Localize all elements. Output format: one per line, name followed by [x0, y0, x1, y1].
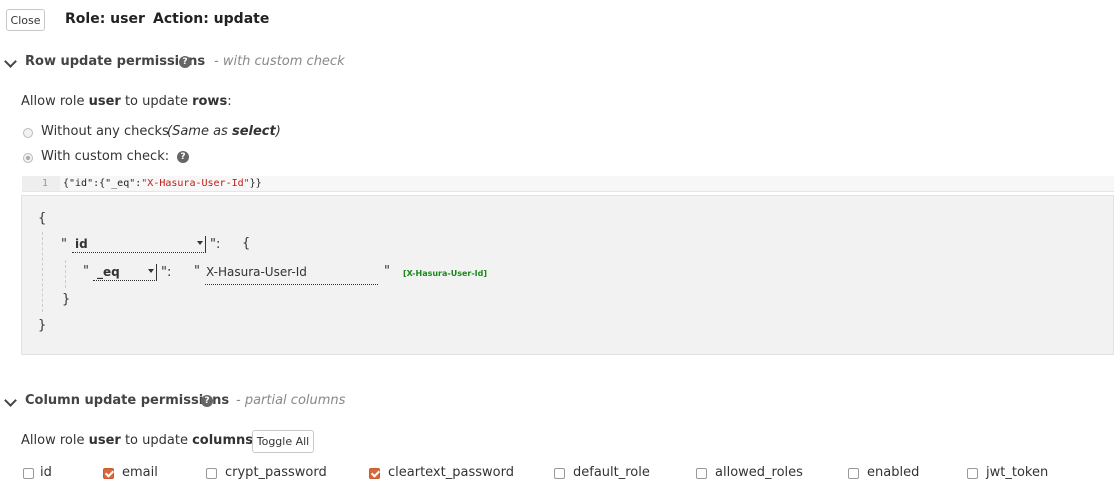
chevron-down-icon[interactable]	[4, 55, 17, 68]
editor-line-number: 1	[22, 176, 60, 191]
help-circle-icon[interactable]: ?	[177, 151, 189, 163]
query-builder	[21, 195, 1114, 355]
column-checkbox-id[interactable]	[23, 468, 34, 479]
toggle-all-button[interactable]: Toggle All	[252, 430, 314, 453]
column-checkbox-jwt-token[interactable]	[967, 468, 978, 479]
session-variable-link[interactable]: [X-Hasura-User-Id]	[403, 269, 487, 278]
editor-code-line[interactable]: {"id":{"_eq":"X-Hasura-User-Id"}}	[63, 176, 262, 191]
chevron-down-icon[interactable]	[4, 394, 17, 407]
radio-without-checks[interactable]	[23, 128, 33, 138]
column-allow-text: Allow role user to update columns:	[21, 433, 257, 448]
role-title: Role: user	[65, 11, 145, 27]
column-label[interactable]: crypt_password	[225, 465, 327, 480]
column-section-title[interactable]: Column update permissions	[25, 393, 229, 408]
builder-inner-close: }	[62, 292, 71, 307]
column-label[interactable]: enabled	[867, 465, 919, 480]
column-checkbox-cleartext-password[interactable]	[369, 468, 380, 479]
operator-select[interactable]: _eq	[93, 264, 157, 281]
radio-custom-check-label[interactable]: With custom check:	[41, 149, 169, 164]
column-checkbox-default-role[interactable]	[554, 468, 565, 479]
builder-inner-open: {	[242, 236, 251, 251]
row-allow-text: Allow role user to update rows:	[21, 94, 232, 109]
column-label[interactable]: cleartext_password	[388, 465, 514, 480]
column-select[interactable]: id	[72, 236, 206, 253]
column-label[interactable]: id	[40, 465, 52, 480]
column-label[interactable]: jwt_token	[986, 465, 1048, 480]
column-checkbox-enabled[interactable]	[848, 468, 859, 479]
radio-without-checks-note: (Same as select)	[167, 124, 281, 139]
json-editor[interactable]: 1 {"id":{"_eq":"X-Hasura-User-Id"}}	[22, 176, 1114, 192]
help-circle-icon[interactable]: ?	[201, 395, 213, 407]
builder-quote: "	[194, 264, 200, 279]
row-section-status: - with custom check	[214, 54, 345, 69]
builder-quote: "	[61, 237, 67, 252]
builder-quote: "	[384, 264, 390, 279]
builder-quote: "	[83, 264, 89, 279]
builder-indent-guide	[42, 232, 43, 312]
radio-custom-check[interactable]	[23, 153, 33, 163]
column-checkbox-email[interactable]	[103, 468, 114, 479]
builder-indent-guide-inner	[65, 260, 66, 288]
builder-quote-colon: ":	[210, 237, 221, 252]
column-label[interactable]: email	[122, 465, 158, 480]
column-label[interactable]: default_role	[573, 465, 650, 480]
column-section-status: - partial columns	[236, 393, 346, 408]
help-circle-icon[interactable]: ?	[179, 56, 191, 68]
column-checkbox-allowed-roles[interactable]	[696, 468, 707, 479]
radio-without-checks-label[interactable]: Without any checks	[41, 124, 169, 139]
action-title: Action: update	[153, 11, 270, 27]
column-label[interactable]: allowed_roles	[715, 465, 803, 480]
close-button[interactable]: Close	[6, 9, 45, 31]
builder-close-brace: }	[38, 318, 47, 333]
builder-quote-colon: ":	[161, 265, 172, 280]
column-checkbox-crypt-password[interactable]	[206, 468, 217, 479]
builder-open-brace: {	[38, 211, 47, 226]
value-input[interactable]: X-Hasura-User-Id	[205, 264, 378, 285]
